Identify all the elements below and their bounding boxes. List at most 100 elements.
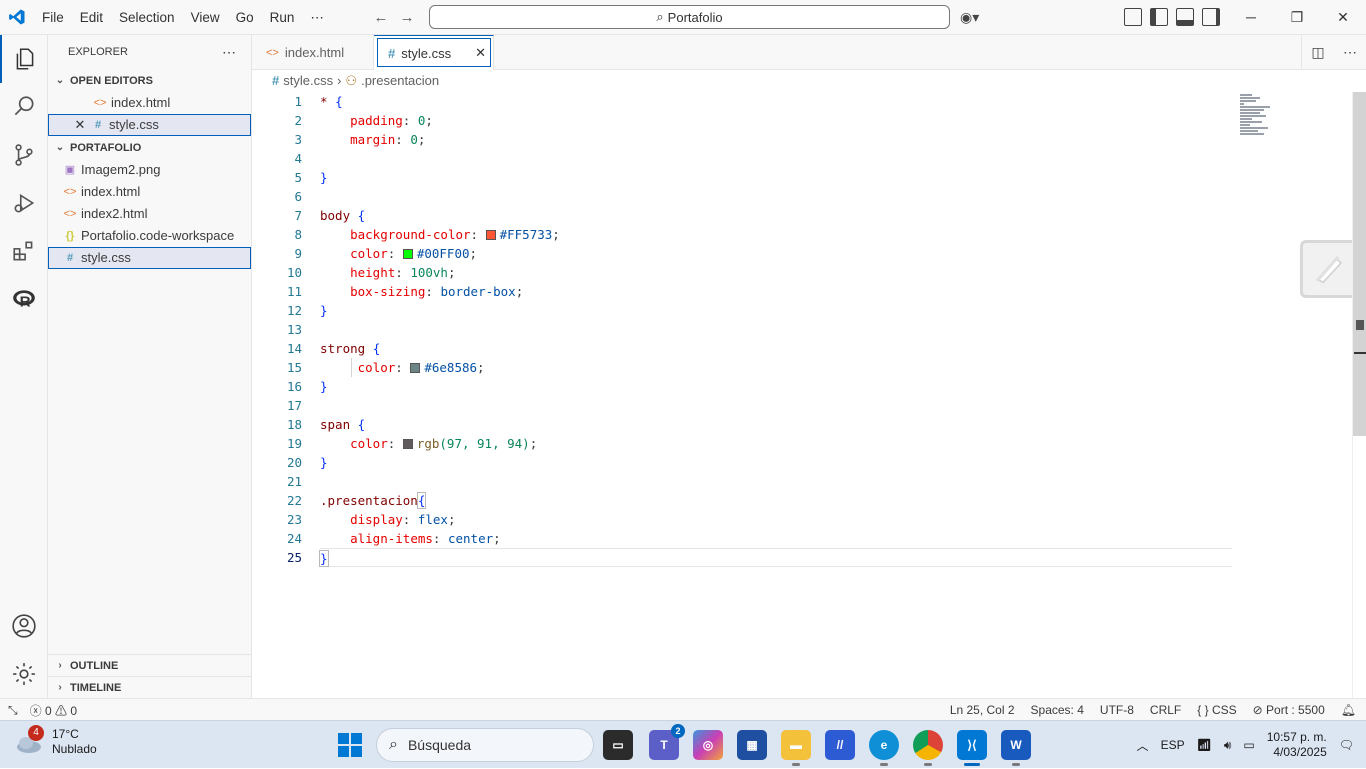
word-icon[interactable]: W [1001,730,1031,766]
outline-header[interactable]: › OUTLINE [48,654,251,676]
teams-icon[interactable]: T2 [649,724,685,760]
chevron-down-icon: ⌄ [55,75,65,86]
source-control-activity[interactable] [0,131,48,179]
folder-header[interactable]: ⌄ PORTAFOLIO [48,137,251,159]
restore-icon[interactable]: ❐ [1274,0,1320,35]
taskbar-search[interactable]: ⌕ Búsqueda [376,728,594,762]
explorer-activity[interactable] [0,35,48,83]
more-actions-icon[interactable]: ⋯ [222,35,237,70]
problems-indicator[interactable]: ⓧ 0 ⚠ 0 [30,702,77,719]
tab-index-html[interactable]: <> index.html [252,35,374,70]
color-swatch[interactable] [485,230,496,240]
file-item[interactable]: <> index.html [48,181,251,203]
live-server-status[interactable]: ⊘ Port : 5500 [1253,703,1325,717]
notification-center-icon[interactable]: 🗨︎ [1339,738,1354,752]
html-file-icon: <> [266,46,279,59]
port-label: Port : 5500 [1266,703,1325,717]
minimap[interactable] [1240,94,1280,144]
breadcrumb-symbol[interactable]: .presentacion [361,70,439,92]
code-line: body { [320,208,366,223]
menu-go[interactable]: Go [228,0,262,35]
accounts-activity[interactable] [0,602,48,650]
menu-view[interactable]: View [183,0,228,35]
close-editor-icon[interactable]: ✕ [72,114,88,136]
file-item[interactable]: ▣ Imagem2.png [48,159,251,181]
keyboard-language[interactable]: ESP [1161,738,1185,752]
scrollbar-thumb[interactable] [1353,92,1366,436]
chevron-right-icon: › [58,659,62,671]
menu-edit[interactable]: Edit [72,0,111,35]
live-share-widget[interactable] [1300,240,1358,298]
cursor-position[interactable]: Ln 25, Col 2 [950,703,1015,717]
file-label: Imagem2.png [81,162,161,177]
file-explorer-icon[interactable]: ▬ [781,730,811,766]
tab-style-css[interactable]: # style.css ✕ [374,35,494,70]
copilot-app-icon[interactable]: ◎ [693,730,723,760]
visual-studio-icon[interactable]: // [825,730,855,760]
more-actions-icon[interactable]: ⋯ [1334,35,1366,70]
toggle-sidebar-icon[interactable] [1150,8,1168,26]
weather-widget[interactable]: 4 17°C Nublado [14,725,97,757]
store-icon[interactable]: ▦ [737,730,767,760]
breadcrumb-file[interactable]: style.css [283,70,333,92]
minimize-icon[interactable]: ─ [1228,0,1274,35]
color-swatch[interactable] [402,439,413,449]
toggle-panel-icon[interactable] [1176,8,1194,26]
file-item[interactable]: # style.css [48,247,251,269]
volume-icon[interactable]: 🔊︎ [1224,738,1232,753]
remote-icon[interactable]: ⤡ [8,703,18,718]
chrome-icon[interactable] [913,730,943,766]
color-swatch[interactable] [402,249,413,259]
css-selector: strong [320,341,366,356]
line-number: 1 [294,94,302,109]
css-value: center [447,531,494,546]
close-window-icon[interactable]: ✕ [1320,0,1366,35]
extensions-activity[interactable] [0,227,48,275]
menu-file[interactable]: File [34,0,72,35]
line-number: 4 [294,151,302,166]
forward-arrow-icon[interactable]: → [398,9,416,27]
clock[interactable]: 10:57 p. m. 4/03/2025 [1267,730,1327,760]
command-center-search[interactable]: ⌕ Portafolio [429,5,950,29]
menu-run[interactable]: Run [262,0,303,35]
color-swatch[interactable] [410,363,421,373]
vscode-taskbar-icon[interactable]: ⟩⟨ [957,730,987,766]
windows-start-icon[interactable] [338,733,362,757]
open-editors-header[interactable]: ⌄ OPEN EDITORS [48,70,251,92]
edge-icon[interactable]: e [869,730,899,766]
end-of-line[interactable]: CRLF [1150,703,1181,717]
open-editor-item[interactable]: ✕ # style.css [48,114,251,136]
file-item[interactable]: <> index2.html [48,203,251,225]
copilot-icon[interactable]: ◉▾ [960,9,994,27]
toggle-secondary-sidebar-icon[interactable] [1202,8,1220,26]
language-mode[interactable]: { } CSS [1197,703,1236,717]
css-value: 100 [410,265,433,280]
open-editor-item[interactable]: <> index.html [48,92,251,114]
manage-activity[interactable] [0,650,48,698]
battery-icon[interactable]: ▭ [1243,738,1254,752]
encoding[interactable]: UTF-8 [1100,703,1134,717]
line-number: 2 [294,113,302,128]
menu-selection[interactable]: Selection [111,0,183,35]
css-property: background-color [350,227,471,242]
indentation[interactable]: Spaces: 4 [1031,703,1084,717]
search-activity[interactable] [0,83,48,131]
notifications-icon[interactable]: 🔔︎ [1341,703,1356,717]
code-line: } [320,379,328,394]
menu-more[interactable]: ⋯ [302,0,332,35]
customize-layout-icon[interactable] [1124,8,1142,26]
file-item[interactable]: {} Portafolio.code-workspace [48,225,251,247]
chevron-up-icon[interactable]: ︿ [1137,737,1149,754]
wifi-icon[interactable]: 📶︎ [1197,738,1212,752]
css-value: border-box [440,284,516,299]
close-tab-icon[interactable]: ✕ [475,45,486,61]
code-editor[interactable]: 1 2 3 4 5 6 7 8 9 10 11 12 13 14 15 16 1… [252,92,1366,698]
task-view-icon[interactable]: ▭ [603,730,633,760]
cloud-icon: 4 [14,725,44,757]
r-extension-activity[interactable]: R [0,275,48,323]
back-arrow-icon[interactable]: ← [372,9,390,27]
timeline-header[interactable]: › TIMELINE [48,676,251,698]
run-debug-activity[interactable] [0,179,48,227]
split-editor-icon[interactable]: ◫ [1302,35,1334,70]
css-property: display [350,512,403,527]
